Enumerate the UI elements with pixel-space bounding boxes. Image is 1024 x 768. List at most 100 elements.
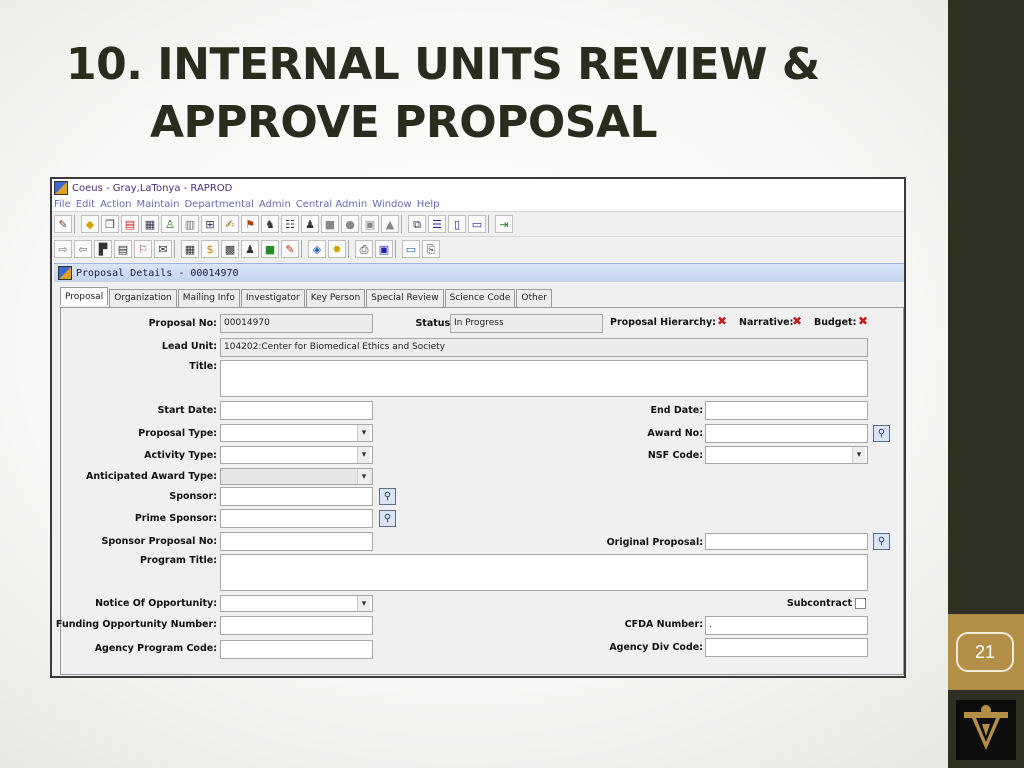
lead-unit-field[interactable]: 104202:Center for Biomedical Ethics and … [220,338,868,357]
toolbar-separator [301,240,306,258]
menu-departmental[interactable]: Departmental [184,199,253,210]
prime-sponsor-field[interactable] [220,509,373,528]
tool-icon-23[interactable]: ⇦ [74,240,92,258]
tab-special-review[interactable]: Special Review [366,289,444,307]
start-date-label: Start Date: [157,405,217,416]
program-title-label: Program Title: [139,555,217,566]
award-search-icon[interactable]: ⚲ [873,425,890,442]
end-date-field[interactable] [705,401,868,420]
anticipated-award-type-select[interactable] [220,468,373,485]
tool-icon-3[interactable]: ❐ [101,215,119,233]
status-label: Status: [415,318,454,329]
menu-window[interactable]: Window [372,199,411,210]
print-icon[interactable]: ⎙ [355,240,373,258]
tool-icon-1[interactable]: ✎ [54,215,72,233]
sponsor-search-icon[interactable]: ⚲ [379,488,396,505]
tool-icon-19[interactable]: ☰ [428,215,446,233]
tool-icon-14[interactable]: ■ [321,215,339,233]
lead-unit-label: Lead Unit: [161,341,217,352]
cfda-number-field[interactable]: . [705,616,868,635]
tool-icon-7[interactable]: ▥ [181,215,199,233]
tool-icon-18[interactable]: ⧉ [408,215,426,233]
tool-icon-25[interactable]: ▤ [114,240,132,258]
tool-icon-36[interactable]: ⎘ [422,240,440,258]
exit-icon[interactable]: ⇥ [495,215,513,233]
tool-icon-28[interactable]: $ [201,240,219,258]
tab-investigator[interactable]: Investigator [240,289,305,307]
nsf-code-label: NSF Code: [647,450,703,461]
mail-icon[interactable]: ✉ [154,240,172,258]
tab-science-code[interactable]: Science Code [444,289,516,307]
tool-icon-13[interactable]: ♟ [301,215,319,233]
tool-icon-27[interactable]: ▦ [181,240,199,258]
tool-icon-8[interactable]: ⊞ [201,215,219,233]
sponsor-proposal-no-field[interactable] [220,532,373,551]
tool-icon-4[interactable]: ▤ [121,215,139,233]
menu-action[interactable]: Action [100,199,131,210]
tool-icon-29[interactable]: ▩ [221,240,239,258]
tab-organization[interactable]: Organization [109,289,177,307]
tab-key-person[interactable]: Key Person [305,289,366,307]
slide-title-line1: 10. INTERNAL UNITS REVIEW & [66,39,820,90]
tool-icon-35[interactable]: ▭ [402,240,420,258]
award-no-field[interactable] [705,424,868,443]
status-field[interactable]: In Progress [450,314,603,333]
proposal-hierarchy-label: Proposal Hierarchy: [610,317,716,328]
tab-other[interactable]: Other [516,289,552,307]
menu-help[interactable]: Help [417,199,440,210]
menu-file[interactable]: File [54,199,71,210]
budget-label: Budget: [814,317,857,328]
tool-icon-34[interactable]: ✹ [328,240,346,258]
tool-icon-26[interactable]: ⚐ [134,240,152,258]
tool-icon-21[interactable]: ▭ [468,215,486,233]
tab-proposal[interactable]: Proposal [60,287,109,305]
tool-icon-5[interactable]: ▦ [141,215,159,233]
slide-title: 10. INTERNAL UNITS REVIEW & APPROVE PROP… [66,36,926,152]
tool-icon-32[interactable]: ✎ [281,240,299,258]
title-field[interactable] [220,360,868,397]
activity-type-select[interactable] [220,446,373,464]
sponsor-field[interactable] [220,487,373,506]
subcontract-checkbox[interactable] [855,598,866,609]
menu-maintain[interactable]: Maintain [136,199,179,210]
toolbar-row-2: ⇨ ⇦ ▛ ▤ ⚐ ✉ ▦ $ ▩ ♟ ■ ✎ ◈ ✹ ⎙ ▣ ▭ ⎘ [52,236,904,261]
tool-icon-33[interactable]: ◈ [308,240,326,258]
proposal-type-select[interactable] [220,424,373,442]
proposal-panel: Proposal No: 00014970 Status: In Progres… [56,307,904,675]
tool-icon-9[interactable]: ✍ [221,215,239,233]
save-icon[interactable]: ▣ [375,240,393,258]
tool-icon-6[interactable]: ♙ [161,215,179,233]
original-proposal-field[interactable] [705,533,868,550]
tool-icon-16[interactable]: ▣ [361,215,379,233]
tool-icon-10[interactable]: ⚑ [241,215,259,233]
tool-icon-24[interactable]: ▛ [94,240,112,258]
proposal-no-field[interactable]: 00014970 [220,314,373,333]
agency-program-code-field[interactable] [220,640,373,659]
nsf-code-select[interactable] [705,446,868,464]
start-date-field[interactable] [220,401,373,420]
window-titlebar: Coeus - Gray,LaTonya - RAPROD [52,179,904,197]
tab-mailing-info[interactable]: Mailing Info [177,289,240,307]
program-title-field[interactable] [220,554,868,591]
activity-type-label: Activity Type: [144,450,217,461]
funding-opportunity-number-field[interactable] [220,616,373,635]
tool-icon-15[interactable]: ● [341,215,359,233]
menu-admin[interactable]: Admin [259,199,291,210]
prime-sponsor-search-icon[interactable]: ⚲ [379,510,396,527]
tool-icon-2[interactable]: ◆ [81,215,99,233]
original-proposal-search-icon[interactable]: ⚲ [873,533,890,550]
university-logo [956,700,1016,760]
menu-central-admin[interactable]: Central Admin [296,199,367,210]
tool-icon-31[interactable]: ■ [261,240,279,258]
agency-div-code-field[interactable] [705,638,868,657]
tool-icon-11[interactable]: ♞ [261,215,279,233]
tool-icon-12[interactable]: ☷ [281,215,299,233]
tool-icon-20[interactable]: ▯ [448,215,466,233]
notice-of-opportunity-select[interactable] [220,595,373,612]
proposal-type-label: Proposal Type: [138,428,217,439]
tool-icon-30[interactable]: ♟ [241,240,259,258]
tool-icon-22[interactable]: ⇨ [54,240,72,258]
tool-icon-17[interactable]: ▲ [381,215,399,233]
menu-edit[interactable]: Edit [76,199,95,210]
coeus-app-icon [54,181,68,195]
